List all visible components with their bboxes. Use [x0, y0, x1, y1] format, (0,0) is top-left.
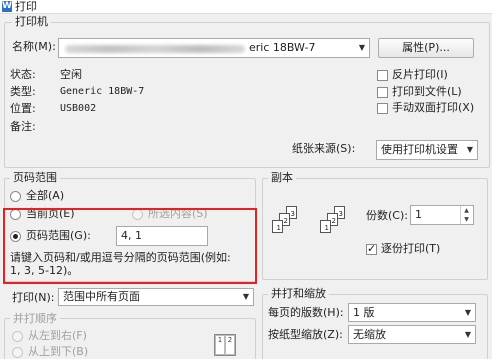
- printer-name-label: 名称(M):: [12, 40, 56, 53]
- left-to-right-label: 从左到右(F): [28, 329, 87, 342]
- scale-to-paper-value: 无缩放: [353, 328, 386, 341]
- print-to-file-label: 打印到文件(L): [392, 85, 462, 98]
- redacted-printer-name: [65, 45, 245, 53]
- scaling-legend: 并打和缩放: [268, 288, 329, 300]
- copies-spinner[interactable]: ▲ ▼: [460, 206, 472, 224]
- location-value: USB002: [60, 103, 97, 114]
- top-to-bottom-radio[interactable]: [12, 347, 23, 358]
- window-title: 打印: [15, 0, 37, 13]
- title-bar: [0, 0, 492, 14]
- chevron-down-icon: ▼: [358, 43, 365, 52]
- pages-per-sheet-select[interactable]: 1 版 ▼: [348, 303, 476, 322]
- paper-source-label: 纸张来源(S):: [292, 142, 356, 155]
- type-label: 类型:: [10, 85, 36, 98]
- copies-count-label: 份数(C):: [366, 209, 408, 222]
- location-label: 位置:: [10, 102, 36, 115]
- copies-legend: 副本: [268, 172, 296, 184]
- left-to-right-radio[interactable]: [12, 331, 23, 342]
- print-what-value: 范围中所有页面: [63, 290, 140, 303]
- print-what-label: 打印(N):: [12, 291, 55, 304]
- all-pages-label: 全部(A): [26, 189, 65, 202]
- status-value: 空闲: [60, 68, 82, 81]
- page-order-grid-icon: 12: [214, 334, 236, 356]
- chevron-down-icon: ▼: [464, 330, 471, 339]
- page-range-legend: 页码范围: [10, 172, 60, 184]
- status-label: 状态:: [10, 68, 36, 81]
- print-what-select[interactable]: 范围中所有页面 ▼: [58, 288, 254, 306]
- all-pages-radio[interactable]: [10, 191, 21, 202]
- collate-checkbox[interactable]: [366, 242, 377, 255]
- collate-label: 逐份打印(T): [381, 242, 441, 255]
- manual-duplex-checkbox[interactable]: [377, 103, 388, 114]
- highlight-box: [3, 208, 257, 284]
- scale-to-paper-select[interactable]: 无缩放 ▼: [348, 325, 476, 344]
- printer-group-legend: 打印机: [12, 16, 51, 28]
- manual-duplex-label: 手动双面打印(X): [392, 101, 475, 114]
- paper-source-select[interactable]: 使用打印机设置 ▼: [376, 140, 478, 160]
- wps-writer-icon: W: [2, 1, 12, 12]
- pages-per-sheet-value: 1 版: [353, 306, 375, 319]
- pages-per-sheet-label: 每页的版数(H):: [268, 306, 344, 319]
- paper-source-value: 使用打印机设置: [381, 143, 458, 156]
- chevron-down-icon: ▼: [242, 292, 249, 301]
- reverse-print-checkbox[interactable]: [377, 70, 388, 81]
- properties-button[interactable]: 属性(P)...: [378, 38, 474, 58]
- printer-name-value: eric 18BW-7: [249, 41, 316, 54]
- comment-label: 备注:: [10, 120, 36, 133]
- top-to-bottom-label: 从上到下(B): [28, 345, 89, 358]
- printer-name-select[interactable]: eric 18BW-7 ▼: [58, 38, 370, 58]
- scale-to-paper-label: 按纸型缩放(Z):: [268, 328, 343, 341]
- chevron-down-icon: ▼: [466, 145, 473, 154]
- print-order-legend: 并打顺序: [10, 313, 60, 325]
- type-value: Generic 18BW-7: [60, 86, 145, 97]
- uncollated-pages-icon: 3 2 1: [272, 206, 308, 246]
- print-to-file-checkbox[interactable]: [377, 87, 388, 98]
- chevron-down-icon: ▼: [464, 308, 471, 317]
- reverse-print-label: 反片打印(I): [392, 68, 448, 81]
- collated-pages-icon: 3 2 1: [320, 206, 356, 246]
